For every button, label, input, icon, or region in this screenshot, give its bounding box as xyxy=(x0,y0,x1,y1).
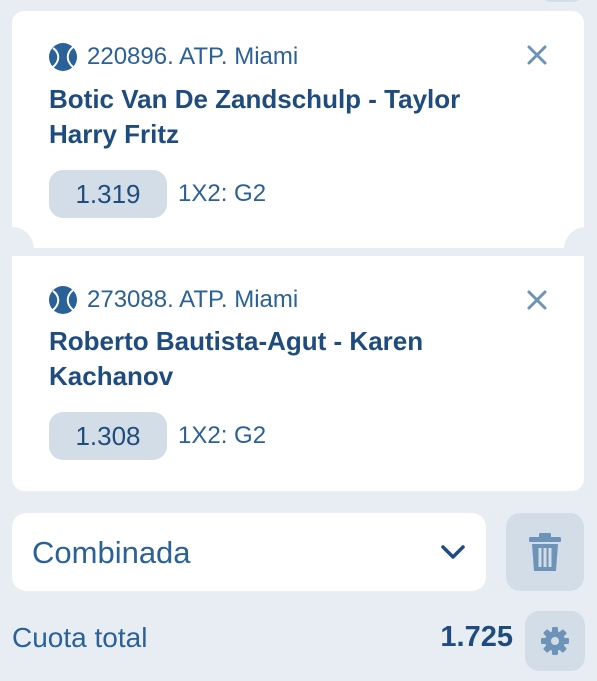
event-title: 273088. ATP. Miami xyxy=(87,286,299,313)
event-title: 220896. ATP. Miami xyxy=(87,43,299,70)
bet-slip-item: 273088. ATP. Miami Roberto Bautista-Agut… xyxy=(12,256,584,491)
clear-bets-button[interactable] xyxy=(506,513,584,591)
odds-button[interactable]: 1.308 xyxy=(49,412,167,460)
market-label: 1X2: G2 xyxy=(178,180,267,207)
top-tab xyxy=(541,0,583,2)
tennis-ball-icon xyxy=(49,286,77,314)
odds-row: 1.319 1X2: G2 xyxy=(49,170,266,218)
market-label: 1X2: G2 xyxy=(178,422,267,449)
bet-type-select[interactable]: Combinada xyxy=(12,513,486,591)
bet-event-header: 273088. ATP. Miami xyxy=(48,285,298,315)
bet-type-value: Combinada xyxy=(32,535,191,570)
total-odds-label: Cuota total xyxy=(12,622,148,653)
bet-event-header: 220896. ATP. Miami xyxy=(48,42,298,72)
settings-button[interactable] xyxy=(525,611,585,671)
close-icon[interactable] xyxy=(526,44,548,66)
odds-button[interactable]: 1.319 xyxy=(49,170,167,218)
chevron-down-icon xyxy=(441,545,465,559)
tennis-ball-icon xyxy=(49,43,77,71)
close-icon[interactable] xyxy=(526,289,548,311)
total-odds-value: 1.725 xyxy=(440,621,513,653)
odds-row: 1.308 1X2: G2 xyxy=(49,412,266,460)
bet-slip-item: 220896. ATP. Miami Botic Van De Zandschu… xyxy=(12,11,584,248)
trash-icon xyxy=(529,533,561,571)
match-name: Botic Van De Zandschulp - Taylor Harry F… xyxy=(49,84,461,149)
gear-icon xyxy=(541,627,569,655)
match-name: Roberto Bautista-Agut - Karen Kachanov xyxy=(49,326,424,391)
